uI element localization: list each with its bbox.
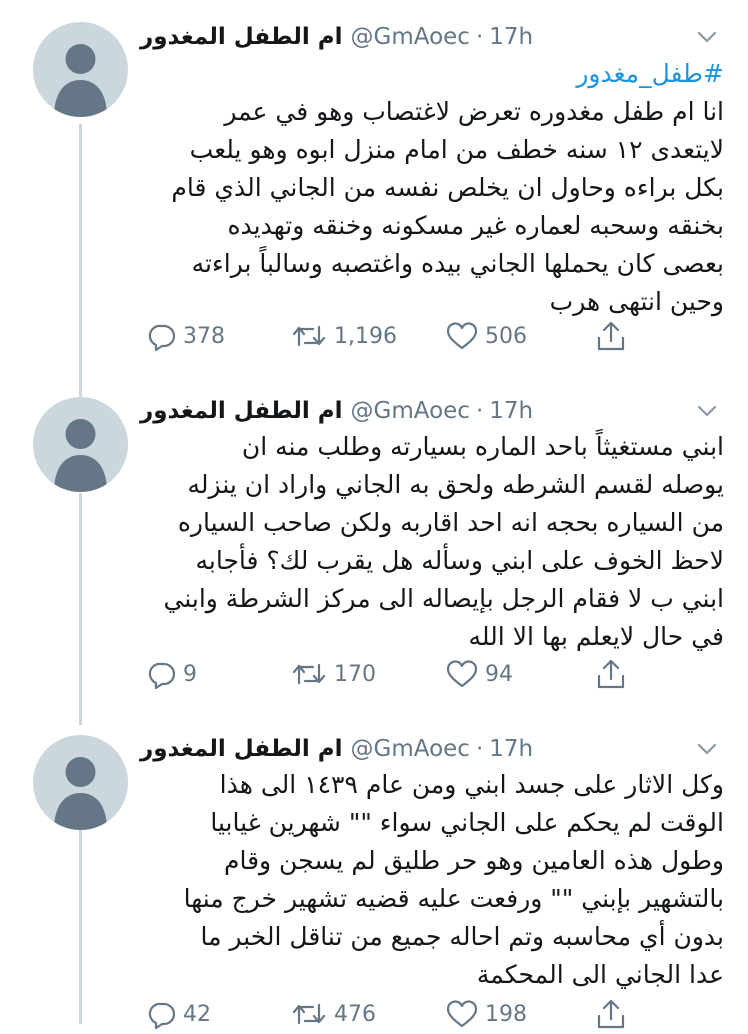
retweet-button[interactable]: 476 xyxy=(290,994,376,1034)
text-line: لاحظ الخوف على ابني وسأله هل يقرب لك؟ فأ… xyxy=(195,546,724,575)
timestamp[interactable]: 17h xyxy=(489,398,533,424)
share-button[interactable] xyxy=(595,994,627,1034)
text-line: عدا الجاني الى المحكمة xyxy=(476,960,724,989)
tweet-header: ام الطفل المغدور @GmAoec · 17h xyxy=(140,20,688,54)
like-count: 506 xyxy=(485,323,527,349)
user-handle[interactable]: @GmAoec xyxy=(351,736,470,762)
like-count: 198 xyxy=(485,1001,527,1027)
display-name[interactable]: ام الطفل المغدور xyxy=(140,24,343,50)
reply-button[interactable]: 9 xyxy=(145,654,197,694)
separator-dot: · xyxy=(475,24,484,50)
heart-icon xyxy=(446,660,478,688)
text-line: بكل براءه وحاول ان يخلص نفسه من الجاني ا… xyxy=(171,173,724,202)
like-button[interactable]: 198 xyxy=(445,994,527,1034)
avatar[interactable] xyxy=(33,22,128,117)
text-line: بدون أي محاسبه وتم احاله جميع من تناقل ا… xyxy=(200,922,724,951)
tweet-actions: 9 170 94 xyxy=(140,654,640,694)
tweet[interactable]: ام الطفل المغدور @GmAoec · 17h ابني مستغ… xyxy=(0,380,748,725)
text-line: ابني ب لا فقام الرجل بإيصاله الى مركز ال… xyxy=(163,584,725,613)
display-name[interactable]: ام الطفل المغدور xyxy=(140,398,343,424)
default-avatar-icon xyxy=(54,757,107,830)
retweet-count: 170 xyxy=(334,661,376,687)
reply-button[interactable]: 378 xyxy=(145,316,225,356)
reply-icon xyxy=(148,324,176,352)
tweet[interactable]: ام الطفل المغدور @GmAoec · 17h #طفل_مغدو… xyxy=(0,0,748,380)
default-avatar-icon xyxy=(54,44,107,117)
text-line: بعصى كان يحملها الجاني بيده واغتصبه وسال… xyxy=(191,249,724,278)
share-icon xyxy=(597,999,625,1029)
tweet-header: ام الطفل المغدور @GmAoec · 17h xyxy=(140,732,688,766)
retweet-count: 476 xyxy=(334,1001,376,1027)
text-line: بالتشهير بإبني "" ورفعت عليه قضيه تشهير … xyxy=(183,884,724,913)
share-button[interactable] xyxy=(595,316,627,356)
like-button[interactable]: 506 xyxy=(445,316,527,356)
text-line: الوقت لم يحكم على الجاني سواء "" شهرين غ… xyxy=(210,808,724,837)
hashtag-link[interactable]: #طفل_مغدور xyxy=(140,55,724,93)
separator-dot: · xyxy=(475,398,484,424)
timestamp[interactable]: 17h xyxy=(489,24,533,50)
reply-count: 378 xyxy=(183,323,225,349)
like-count: 94 xyxy=(485,661,513,687)
text-line: من السياره بحجه انه احد اقاربه ولكن صاحب… xyxy=(177,508,724,537)
text-line: ابني مستغيثاً باحد الماره بسيارته وطلب م… xyxy=(241,432,724,461)
display-name[interactable]: ام الطفل المغدور xyxy=(140,736,343,762)
like-button[interactable]: 94 xyxy=(445,654,513,694)
tweet-actions: 378 1,196 506 xyxy=(140,316,640,356)
reply-count: 9 xyxy=(183,661,197,687)
share-icon xyxy=(597,321,625,351)
user-handle[interactable]: @GmAoec xyxy=(351,24,470,50)
heart-icon xyxy=(446,322,478,350)
text-line: لايتعدى ١٢ سنه خطف من امام منزل ابوه وهو… xyxy=(189,135,724,164)
retweet-button[interactable]: 170 xyxy=(290,654,376,694)
tweet-actions: 42 476 198 xyxy=(140,994,640,1034)
text-line: وطول هذه العامين وهو حر طليق لم يسجن وقا… xyxy=(223,846,724,875)
tweet-text: ابني مستغيثاً باحد الماره بسيارته وطلب م… xyxy=(140,428,725,656)
share-icon xyxy=(597,659,625,689)
avatar[interactable] xyxy=(33,397,128,492)
default-avatar-icon xyxy=(54,419,107,492)
avatar[interactable] xyxy=(33,735,128,830)
text-line: في حال لايعلم بها الا الله xyxy=(468,622,725,651)
reply-button[interactable]: 42 xyxy=(145,994,211,1034)
retweet-button[interactable]: 1,196 xyxy=(290,316,397,356)
tweet-text: #طفل_مغدور انا ام طفل مغدوره تعرض لاغتصا… xyxy=(140,55,724,321)
retweet-icon xyxy=(292,325,326,347)
timestamp[interactable]: 17h xyxy=(489,736,533,762)
text-line: انا ام طفل مغدوره تعرض لاغتصاب وهو في عم… xyxy=(224,97,724,126)
tweet-text: وكل الاثار على جسد ابني ومن عام ١٤٣٩ الى… xyxy=(140,766,724,994)
reply-count: 42 xyxy=(183,1001,211,1027)
retweet-icon xyxy=(292,1003,326,1025)
tweet[interactable]: ام الطفل المغدور @GmAoec · 17h وكل الاثا… xyxy=(0,725,748,1030)
share-button[interactable] xyxy=(595,654,627,694)
text-line: بخنقه وسحبه لعماره غير مسكونه وخنقه وتهد… xyxy=(227,211,724,240)
retweet-count: 1,196 xyxy=(334,323,397,349)
text-line: يوصله لقسم الشرطه ولحق به الجاني واراد ا… xyxy=(187,470,724,499)
chevron-down-icon[interactable] xyxy=(694,736,720,762)
separator-dot: · xyxy=(475,736,484,762)
heart-icon xyxy=(446,1000,478,1028)
chevron-down-icon[interactable] xyxy=(694,398,720,424)
tweet-header: ام الطفل المغدور @GmAoec · 17h xyxy=(140,394,688,428)
reply-icon xyxy=(148,1002,176,1030)
text-line: وكل الاثار على جسد ابني ومن عام ١٤٣٩ الى… xyxy=(219,770,724,799)
chevron-down-icon[interactable] xyxy=(694,24,720,50)
user-handle[interactable]: @GmAoec xyxy=(351,398,470,424)
retweet-icon xyxy=(292,663,326,685)
reply-icon xyxy=(148,662,176,690)
